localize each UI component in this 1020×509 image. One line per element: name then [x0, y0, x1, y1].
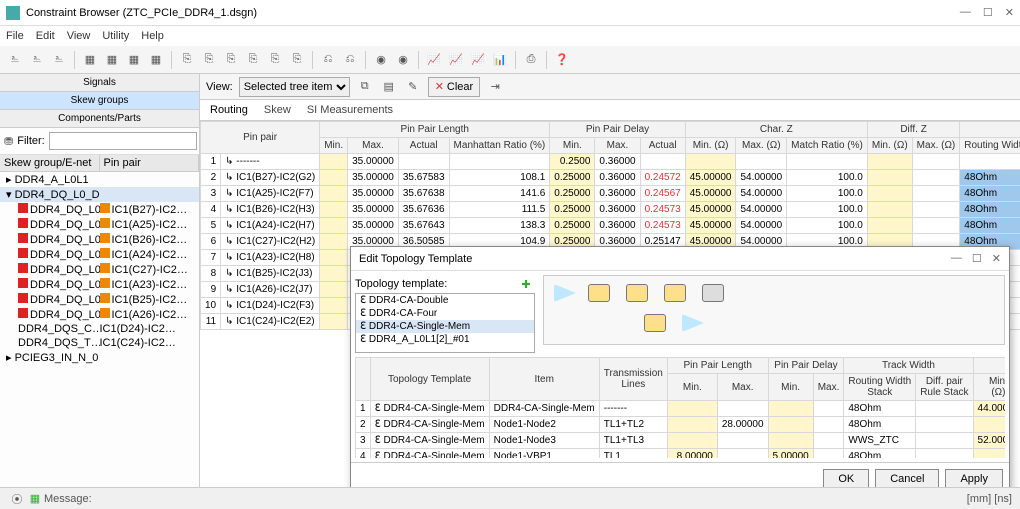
tab-signals[interactable]: Signals [0, 74, 199, 92]
app-icon [6, 6, 20, 20]
close-button[interactable]: ✕ [1005, 6, 1014, 19]
tree-row[interactable]: DDR4_DQ_L0[0]IC1(B27)-IC2… [0, 202, 199, 217]
diagram-node [626, 284, 648, 302]
toolbar-button[interactable]: ▦ [147, 51, 165, 69]
ok-button[interactable]: OK [823, 469, 869, 489]
toolbar-button[interactable]: 📈 [469, 51, 487, 69]
left-panel: Signals Skew groups Components/Parts ⛃ F… [0, 74, 200, 487]
tree-row[interactable]: ▸ PCIEG3_IN_N_0 [0, 350, 199, 365]
toolbar-button[interactable]: ⎁ [28, 51, 46, 69]
maximize-button[interactable]: ☐ [983, 6, 993, 19]
status-message-label: Message: [44, 493, 92, 505]
toolbar-button[interactable]: ⎘ [244, 51, 262, 69]
sub-tabs: Routing Skew SI Measurements [200, 100, 1020, 121]
toolbar: ⎁⎁⎁▦▦▦▦⎘⎘⎘⎘⎘⎘⎌⎌◉◉📈📈📈📊⎙❓ [0, 46, 1020, 74]
toolbar-button[interactable]: ▦ [81, 51, 99, 69]
menu-view[interactable]: View [67, 30, 91, 42]
cancel-button[interactable]: Cancel [875, 469, 939, 489]
menu-edit[interactable]: Edit [36, 30, 55, 42]
view-export-icon[interactable]: ⇥ [486, 78, 504, 96]
tab-skew-groups[interactable]: Skew groups [0, 92, 199, 110]
status-units: [mm] [ns] [967, 493, 1012, 505]
diagram-node [644, 314, 666, 332]
toolbar-button[interactable]: ❓ [553, 51, 571, 69]
view-tree-icon[interactable]: ⧉ [356, 78, 374, 96]
template-list[interactable]: ℇ DDR4-CA-Doubleℇ DDR4-CA-Fourℇ DDR4-CA-… [355, 293, 535, 353]
title-bar: Constraint Browser (ZTC_PCIe_DDR4_1.dsgn… [0, 0, 1020, 26]
menu-bar: File Edit View Utility Help [0, 26, 1020, 46]
toolbar-button[interactable]: ⎁ [50, 51, 68, 69]
view-filter-icon[interactable]: ▤ [380, 78, 398, 96]
clear-button[interactable]: ✕Clear [428, 77, 481, 97]
subtab-si measurements[interactable]: SI Measurements [307, 104, 393, 116]
diagram-receiver-icon [682, 314, 704, 332]
template-item[interactable]: ℇ DDR4-CA-Four [356, 307, 534, 320]
tree-row[interactable]: DDR4_DQS_C…IC1(D24)-IC2… [0, 322, 199, 336]
tree-row[interactable]: DDR4_DQ_L0[1]IC1(A25)-IC2… [0, 217, 199, 232]
toolbar-button[interactable]: 📈 [425, 51, 443, 69]
toolbar-button[interactable]: ◉ [372, 51, 390, 69]
filter-icon[interactable]: ⛃ [4, 132, 13, 150]
diagram-node [664, 284, 686, 302]
topology-template-label: Topology template: [355, 278, 447, 290]
subtab-routing[interactable]: Routing [210, 104, 248, 116]
toolbar-button[interactable]: ▦ [103, 51, 121, 69]
tree-row[interactable]: DDR4_DQ_L0[2]IC1(B26)-IC2… [0, 232, 199, 247]
ok-icon: ▦ [26, 490, 44, 508]
tree[interactable]: ▸ DDR4_A_L0L1▾ DDR4_DQ_L0_DQSDDR4_DQ_L0[… [0, 172, 199, 487]
wifi-icon: ⦿ [8, 490, 26, 508]
toolbar-button[interactable]: ⎘ [266, 51, 284, 69]
toolbar-button[interactable]: ⎌ [319, 51, 337, 69]
tab-components[interactable]: Components/Parts [0, 110, 199, 128]
toolbar-button[interactable]: ⎘ [288, 51, 306, 69]
template-item[interactable]: ℇ DDR4-CA-Double [356, 294, 534, 307]
toolbar-button[interactable]: ⎁ [6, 51, 24, 69]
toolbar-button[interactable]: ⎙ [522, 51, 540, 69]
toolbar-button[interactable]: 📊 [491, 51, 509, 69]
toolbar-button[interactable]: ⎘ [178, 51, 196, 69]
edit-topology-dialog: Edit Topology Template — ☐ ✕ Topology te… [350, 246, 1010, 496]
toolbar-button[interactable]: ⎌ [341, 51, 359, 69]
view-mark-icon[interactable]: ✎ [404, 78, 422, 96]
status-bar: ⦿ ▦ Message: [mm] [ns] [0, 487, 1020, 509]
minimize-button[interactable]: — [960, 6, 971, 19]
dialog-maximize[interactable]: ☐ [972, 252, 982, 265]
add-template-icon[interactable]: ✚ [517, 275, 535, 293]
window-title: Constraint Browser (ZTC_PCIe_DDR4_1.dsgn… [26, 7, 257, 19]
toolbar-button[interactable]: ◉ [394, 51, 412, 69]
template-item[interactable]: ℇ DDR4-CA-Single-Mem [356, 320, 534, 333]
dialog-close[interactable]: ✕ [992, 252, 1001, 265]
tree-row[interactable]: DDR4_DQS_T…IC1(C24)-IC2… [0, 336, 199, 350]
diagram-resistor-icon [702, 284, 724, 302]
tree-header: Skew group/E-net Pin pair [0, 155, 199, 172]
menu-utility[interactable]: Utility [102, 30, 129, 42]
tree-row[interactable]: ▾ DDR4_DQ_L0_DQS [0, 187, 199, 202]
diagram-node [588, 284, 610, 302]
filter-label: Filter: [17, 135, 45, 147]
view-select[interactable]: Selected tree item [239, 77, 350, 97]
toolbar-button[interactable]: 📈 [447, 51, 465, 69]
menu-file[interactable]: File [6, 30, 24, 42]
apply-button[interactable]: Apply [945, 469, 1003, 489]
menu-help[interactable]: Help [141, 30, 164, 42]
tree-row[interactable]: DDR4_DQ_L0[4]IC1(C27)-IC2… [0, 262, 199, 277]
toolbar-button[interactable]: ⎘ [222, 51, 240, 69]
filter-input[interactable] [49, 132, 197, 150]
tree-row[interactable]: DDR4_DQ_L0[7]IC1(A26)-IC2… [0, 307, 199, 322]
tree-row[interactable]: DDR4_DQ_L0[6]IC1(B25)-IC2… [0, 292, 199, 307]
dialog-minimize[interactable]: — [951, 252, 962, 265]
tree-row[interactable]: ▸ DDR4_A_L0L1 [0, 172, 199, 187]
template-item[interactable]: ℇ DDR4_A_L0L1[2]_#01 [356, 333, 534, 346]
toolbar-button[interactable]: ⎘ [200, 51, 218, 69]
dialog-title: Edit Topology Template [359, 253, 472, 265]
topology-diagram [543, 275, 1005, 345]
view-label: View: [206, 81, 233, 93]
tree-row[interactable]: DDR4_DQ_L0[5]IC1(A23)-IC2… [0, 277, 199, 292]
toolbar-button[interactable]: ▦ [125, 51, 143, 69]
subtab-skew[interactable]: Skew [264, 104, 291, 116]
tree-row[interactable]: DDR4_DQ_L0[3]IC1(A24)-IC2… [0, 247, 199, 262]
dialog-grid[interactable]: Topology TemplateItemTransmissionLinesPi… [355, 357, 1005, 458]
diagram-driver-icon [554, 284, 576, 302]
